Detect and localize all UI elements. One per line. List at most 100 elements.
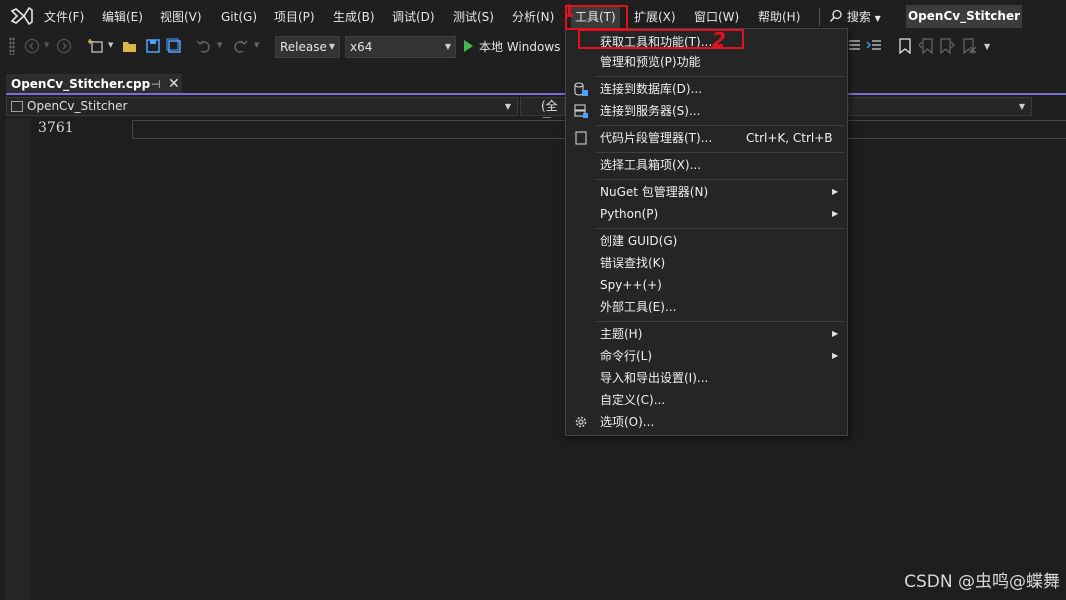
bookmark-icon[interactable] bbox=[897, 38, 913, 54]
chevron-down-icon[interactable]: ▼ bbox=[217, 41, 222, 49]
menu-item-label: Python(P) bbox=[600, 207, 659, 221]
annotation-step-2: 2 bbox=[712, 28, 726, 52]
menu-item-label: NuGet 包管理器(N) bbox=[600, 185, 709, 199]
menu-item-label: 自定义(C)... bbox=[600, 393, 666, 407]
new-project-icon[interactable] bbox=[88, 38, 104, 54]
menu-item-label: 命令行(L) bbox=[600, 349, 653, 363]
menu-item-import-export-settings[interactable]: 导入和导出设置(I)... bbox=[566, 367, 847, 389]
toolbar-grip[interactable] bbox=[9, 37, 15, 55]
submenu-arrow-icon: ▶ bbox=[832, 329, 839, 338]
menu-separator bbox=[596, 125, 844, 126]
menu-view[interactable]: 视图(V) bbox=[160, 8, 202, 26]
menu-item-python[interactable]: Python(P) ▶ bbox=[566, 203, 847, 225]
navigate-forward-icon[interactable] bbox=[56, 38, 72, 54]
open-folder-icon[interactable] bbox=[122, 38, 138, 54]
menu-item-command-line[interactable]: 命令行(L) ▶ bbox=[566, 345, 847, 367]
submenu-arrow-icon: ▶ bbox=[832, 209, 839, 218]
solution-name-badge[interactable]: OpenCv_Stitcher bbox=[906, 5, 1022, 28]
search-button[interactable]: 搜索 ▼ bbox=[829, 8, 881, 26]
editor-glyph-margin[interactable] bbox=[6, 118, 30, 600]
search-icon bbox=[829, 9, 842, 22]
menu-test[interactable]: 测试(S) bbox=[453, 8, 494, 26]
menu-item-label: 创建 GUID(G) bbox=[600, 234, 678, 248]
menu-bar: 文件(F) 编辑(E) 视图(V) Git(G) 项目(P) 生成(B) 调试(… bbox=[0, 0, 1066, 33]
menu-item-label: 连接到服务器(S)... bbox=[600, 104, 701, 118]
global-scope-dropdown[interactable]: (全局 bbox=[520, 97, 565, 130]
menu-item-manage-preview-features[interactable]: 管理和预览(P)功能 bbox=[566, 51, 847, 73]
menu-item-error-lookup[interactable]: 错误查找(K) bbox=[566, 252, 847, 274]
align-lines-icon[interactable] bbox=[848, 38, 864, 54]
menu-item-customize[interactable]: 自定义(C)... bbox=[566, 389, 847, 411]
menu-item-label: 选项(O)... bbox=[600, 415, 655, 429]
menu-item-connect-database[interactable]: 连接到数据库(D)... bbox=[566, 78, 847, 100]
save-icon[interactable] bbox=[145, 38, 161, 54]
menu-item-external-tools[interactable]: 外部工具(E)... bbox=[566, 296, 847, 318]
menu-edit[interactable]: 编辑(E) bbox=[102, 8, 143, 26]
menu-separator bbox=[596, 76, 844, 77]
editor-navigation-bar: OpenCv_Stitcher ▼ (全局 ▼ bbox=[6, 96, 1066, 130]
menu-item-spy-plus-plus[interactable]: Spy++(+) bbox=[566, 274, 847, 296]
search-label: 搜索 bbox=[846, 10, 871, 24]
project-scope-dropdown[interactable]: OpenCv_Stitcher ▼ bbox=[6, 97, 518, 116]
menu-item-connect-server[interactable]: 连接到服务器(S)... bbox=[566, 100, 847, 122]
menubar-divider bbox=[819, 8, 820, 26]
document-tab-strip: OpenCv_Stitcher.cpp ⊣ ✕ bbox=[0, 61, 1066, 95]
configuration-dropdown[interactable]: Release ▼ bbox=[275, 36, 340, 58]
bookmark-prev-icon[interactable] bbox=[918, 38, 934, 54]
menu-item-label: Spy++(+) bbox=[600, 278, 662, 292]
visual-studio-logo-icon[interactable] bbox=[10, 6, 34, 26]
menu-separator bbox=[596, 321, 844, 322]
submenu-arrow-icon: ▶ bbox=[832, 187, 839, 196]
menu-item-theme[interactable]: 主题(H) ▶ bbox=[566, 323, 847, 345]
menu-file[interactable]: 文件(F) bbox=[44, 8, 84, 26]
database-connect-icon bbox=[574, 82, 588, 96]
chevron-down-icon: ▼ bbox=[504, 102, 511, 111]
menu-git[interactable]: Git(G) bbox=[221, 8, 257, 26]
start-debugging-button[interactable]: 本地 Windows bbox=[464, 39, 560, 57]
bookmark-clear-icon[interactable] bbox=[961, 38, 977, 54]
pin-icon[interactable]: ⊣ bbox=[151, 78, 161, 91]
menu-analyze[interactable]: 分析(N) bbox=[512, 8, 554, 26]
chevron-down-icon[interactable]: ▼ bbox=[108, 41, 113, 49]
menu-item-create-guid[interactable]: 创建 GUID(G) bbox=[566, 230, 847, 252]
tab-label: OpenCv_Stitcher.cpp bbox=[11, 77, 151, 91]
menu-item-code-snippets-manager[interactable]: 代码片段管理器(T)... Ctrl+K, Ctrl+B bbox=[566, 127, 847, 149]
close-icon[interactable]: ✕ bbox=[168, 76, 180, 92]
navigate-back-icon[interactable] bbox=[24, 38, 40, 54]
cpp-project-icon bbox=[11, 101, 23, 112]
platform-dropdown[interactable]: x64 ▼ bbox=[345, 36, 456, 58]
toolbar-overflow-icon[interactable]: ▼ bbox=[984, 42, 990, 51]
bookmark-next-icon[interactable] bbox=[939, 38, 955, 54]
tab-opencv-stitcher-cpp[interactable]: OpenCv_Stitcher.cpp ⊣ ✕ bbox=[6, 74, 182, 95]
project-scope-value: OpenCv_Stitcher bbox=[27, 99, 128, 113]
menu-item-label: 连接到数据库(D)... bbox=[600, 82, 703, 96]
menu-project[interactable]: 项目(P) bbox=[274, 8, 315, 26]
submenu-arrow-icon: ▶ bbox=[832, 351, 839, 360]
save-all-icon[interactable] bbox=[166, 38, 182, 54]
menu-separator bbox=[596, 152, 844, 153]
menu-window[interactable]: 窗口(W) bbox=[694, 8, 739, 26]
menu-extensions[interactable]: 扩展(X) bbox=[634, 8, 676, 26]
play-icon bbox=[464, 40, 473, 52]
chevron-down-icon[interactable]: ▼ bbox=[254, 41, 259, 49]
menu-item-label: 错误查找(K) bbox=[600, 256, 666, 270]
menu-item-label: 外部工具(E)... bbox=[600, 300, 677, 314]
indent-icon[interactable] bbox=[866, 38, 882, 54]
tools-menu: 获取工具和功能(T)... 管理和预览(P)功能 连接到数据库(D)... 连接… bbox=[565, 28, 848, 436]
undo-icon[interactable] bbox=[196, 38, 212, 54]
menu-debug[interactable]: 调试(D) bbox=[392, 8, 435, 26]
menu-separator bbox=[596, 228, 844, 229]
menu-separator bbox=[596, 179, 844, 180]
redo-icon[interactable] bbox=[232, 38, 248, 54]
menu-item-choose-toolbox-items[interactable]: 选择工具箱项(X)... bbox=[566, 154, 847, 176]
code-editor[interactable] bbox=[6, 118, 1066, 600]
chevron-down-icon: ▼ bbox=[1018, 102, 1025, 111]
chevron-down-icon[interactable]: ▼ bbox=[44, 41, 49, 49]
member-scope-dropdown[interactable]: ▼ bbox=[848, 97, 1032, 116]
menu-build[interactable]: 生成(B) bbox=[333, 8, 375, 26]
menu-item-nuget-package-manager[interactable]: NuGet 包管理器(N) ▶ bbox=[566, 181, 847, 203]
menu-item-label: 选择工具箱项(X)... bbox=[600, 158, 702, 172]
configuration-value: Release bbox=[280, 40, 327, 54]
menu-item-options[interactable]: 选项(O)... bbox=[566, 411, 847, 433]
menu-help[interactable]: 帮助(H) bbox=[758, 8, 800, 26]
